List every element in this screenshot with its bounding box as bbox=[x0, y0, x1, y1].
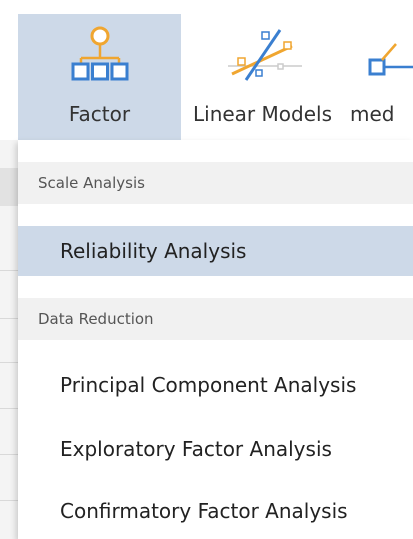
background-sheet-line bbox=[0, 454, 18, 455]
background-sheet-header bbox=[0, 168, 18, 206]
factor-hierarchy-icon bbox=[18, 24, 181, 84]
background-sheet-line bbox=[0, 270, 18, 271]
menu-item-reliability-analysis[interactable]: Reliability Analysis bbox=[18, 226, 413, 276]
menu-item-confirmatory-factor-analysis[interactable]: Confirmatory Factor Analysis bbox=[18, 486, 413, 536]
linear-models-icon bbox=[181, 24, 344, 84]
page: Factor Linear Models med Scale Analysis … bbox=[0, 0, 413, 539]
section-header-scale-analysis: Scale Analysis bbox=[18, 162, 413, 204]
background-sheet-line bbox=[0, 500, 18, 501]
ribbon-item-factor[interactable]: Factor bbox=[18, 14, 181, 140]
ribbon-item-label: med bbox=[350, 102, 395, 126]
menu-item-principal-component-analysis[interactable]: Principal Component Analysis bbox=[18, 360, 413, 410]
background-sheet bbox=[0, 140, 18, 539]
ribbon-toolbar: Factor Linear Models med bbox=[0, 0, 413, 140]
mediation-icon bbox=[344, 24, 413, 84]
ribbon-item-label: Linear Models bbox=[193, 102, 332, 126]
background-sheet-line bbox=[0, 408, 18, 409]
ribbon-item-mediation[interactable]: med bbox=[344, 14, 413, 140]
background-sheet-line bbox=[0, 318, 18, 319]
menu-item-exploratory-factor-analysis[interactable]: Exploratory Factor Analysis bbox=[18, 424, 413, 474]
background-sheet-line bbox=[0, 362, 18, 363]
section-header-data-reduction: Data Reduction bbox=[18, 298, 413, 340]
ribbon-item-label: Factor bbox=[68, 102, 131, 126]
factor-dropdown-menu: Scale Analysis Reliability Analysis Data… bbox=[18, 140, 413, 539]
ribbon-item-linear-models[interactable]: Linear Models bbox=[181, 14, 344, 140]
